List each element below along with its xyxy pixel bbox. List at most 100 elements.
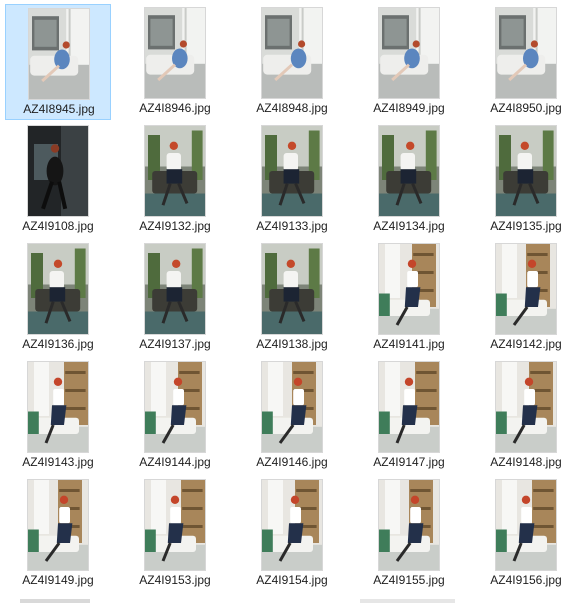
file-name-label[interactable]: AZ4I9155.jpg xyxy=(356,573,462,587)
file-item[interactable]: AZ4I9153.jpg xyxy=(122,476,228,592)
thumbnail-container xyxy=(5,480,111,570)
thumbnail-container xyxy=(239,126,345,216)
file-item[interactable]: AZ4I9146.jpg xyxy=(239,358,345,474)
file-name-label[interactable]: AZ4I9132.jpg xyxy=(122,219,228,233)
thumbnail-container xyxy=(356,362,462,452)
file-item[interactable]: AZ4I9141.jpg xyxy=(356,240,462,356)
file-item[interactable]: AZ4I8949.jpg xyxy=(356,4,462,120)
image-thumbnail[interactable] xyxy=(28,362,88,452)
thumbnail-container xyxy=(122,126,228,216)
thumbnail-container xyxy=(122,480,228,570)
file-item[interactable]: AZ4I9133.jpg xyxy=(239,122,345,238)
file-item[interactable]: AZ4I9138.jpg xyxy=(239,240,345,356)
file-name-label[interactable]: AZ4I9134.jpg xyxy=(356,219,462,233)
image-thumbnail[interactable] xyxy=(262,244,322,334)
file-name-label[interactable]: AZ4I8950.jpg xyxy=(473,101,579,115)
file-name-label[interactable]: AZ4I9138.jpg xyxy=(239,337,345,351)
file-name-label[interactable]: AZ4I9135.jpg xyxy=(473,219,579,233)
file-item[interactable]: AZ4I9156.jpg xyxy=(473,476,579,592)
thumbnail-container xyxy=(239,480,345,570)
file-item[interactable]: AZ4I8945.jpg xyxy=(5,4,111,120)
image-thumbnail[interactable] xyxy=(379,362,439,452)
thumbnail-container xyxy=(473,362,579,452)
thumbnail-container xyxy=(356,8,462,98)
file-item[interactable]: AZ4I8950.jpg xyxy=(473,4,579,120)
image-thumbnail[interactable] xyxy=(379,126,439,216)
file-item[interactable]: AZ4I9136.jpg xyxy=(5,240,111,356)
file-name-label[interactable]: AZ4I9148.jpg xyxy=(473,455,579,469)
file-name-label[interactable]: AZ4I8949.jpg xyxy=(356,101,462,115)
image-thumbnail[interactable] xyxy=(496,480,556,570)
next-row-thumbnail-edge xyxy=(20,599,90,603)
thumbnail-container xyxy=(122,244,228,334)
image-thumbnail[interactable] xyxy=(145,8,205,98)
thumbnail-container xyxy=(122,362,228,452)
file-item[interactable]: AZ4I8948.jpg xyxy=(239,4,345,120)
file-item[interactable]: AZ4I9142.jpg xyxy=(473,240,579,356)
file-name-label[interactable]: AZ4I9133.jpg xyxy=(239,219,345,233)
file-name-label[interactable]: AZ4I9143.jpg xyxy=(5,455,111,469)
thumbnail-container xyxy=(5,244,111,334)
file-name-label[interactable]: AZ4I9144.jpg xyxy=(122,455,228,469)
thumbnail-container xyxy=(5,362,111,452)
image-thumbnail[interactable] xyxy=(379,244,439,334)
image-thumbnail[interactable] xyxy=(379,480,439,570)
file-item[interactable]: AZ4I9148.jpg xyxy=(473,358,579,474)
file-item[interactable]: AZ4I9147.jpg xyxy=(356,358,462,474)
image-thumbnail[interactable] xyxy=(496,244,556,334)
thumbnail-container xyxy=(473,126,579,216)
image-thumbnail[interactable] xyxy=(145,362,205,452)
thumbnail-container xyxy=(5,126,111,216)
thumbnail-container xyxy=(356,244,462,334)
file-name-label[interactable]: AZ4I9141.jpg xyxy=(356,337,462,351)
thumbnail-container xyxy=(473,8,579,98)
next-row-thumbnail-edge xyxy=(360,599,455,603)
file-name-label[interactable]: AZ4I9147.jpg xyxy=(356,455,462,469)
file-item[interactable]: AZ4I9108.jpg xyxy=(5,122,111,238)
file-item[interactable]: AZ4I9155.jpg xyxy=(356,476,462,592)
file-name-label[interactable]: AZ4I9154.jpg xyxy=(239,573,345,587)
file-item[interactable]: AZ4I9137.jpg xyxy=(122,240,228,356)
file-item[interactable]: AZ4I9135.jpg xyxy=(473,122,579,238)
file-grid: AZ4I8945.jpg AZ4I8946.jpg AZ4I8948.jpg A… xyxy=(0,0,582,603)
image-thumbnail[interactable] xyxy=(496,8,556,98)
file-name-label[interactable]: AZ4I9153.jpg xyxy=(122,573,228,587)
image-thumbnail[interactable] xyxy=(496,362,556,452)
file-name-label[interactable]: AZ4I9137.jpg xyxy=(122,337,228,351)
image-thumbnail[interactable] xyxy=(262,480,322,570)
thumbnail-container xyxy=(239,244,345,334)
file-name-label[interactable]: AZ4I9146.jpg xyxy=(239,455,345,469)
file-item[interactable]: AZ4I9143.jpg xyxy=(5,358,111,474)
image-thumbnail[interactable] xyxy=(28,480,88,570)
file-item[interactable]: AZ4I9149.jpg xyxy=(5,476,111,592)
thumbnail-container xyxy=(473,244,579,334)
file-item[interactable]: AZ4I9154.jpg xyxy=(239,476,345,592)
image-thumbnail[interactable] xyxy=(28,126,88,216)
image-thumbnail[interactable] xyxy=(496,126,556,216)
file-name-label[interactable]: AZ4I9108.jpg xyxy=(5,219,111,233)
file-name-label[interactable]: AZ4I9156.jpg xyxy=(473,573,579,587)
file-item[interactable]: AZ4I9144.jpg xyxy=(122,358,228,474)
file-item[interactable]: AZ4I9132.jpg xyxy=(122,122,228,238)
file-name-label[interactable]: AZ4I9149.jpg xyxy=(5,573,111,587)
image-thumbnail[interactable] xyxy=(262,126,322,216)
thumbnail-container xyxy=(473,480,579,570)
image-thumbnail[interactable] xyxy=(29,9,89,99)
file-item[interactable]: AZ4I8946.jpg xyxy=(122,4,228,120)
thumbnail-container xyxy=(356,126,462,216)
image-thumbnail[interactable] xyxy=(262,362,322,452)
image-thumbnail[interactable] xyxy=(145,126,205,216)
file-name-label[interactable]: AZ4I8946.jpg xyxy=(122,101,228,115)
file-item[interactable]: AZ4I9134.jpg xyxy=(356,122,462,238)
thumbnail-container xyxy=(239,8,345,98)
image-thumbnail[interactable] xyxy=(145,244,205,334)
file-name-label[interactable]: AZ4I8948.jpg xyxy=(239,101,345,115)
thumbnail-container xyxy=(239,362,345,452)
file-name-label[interactable]: AZ4I9142.jpg xyxy=(473,337,579,351)
image-thumbnail[interactable] xyxy=(262,8,322,98)
image-thumbnail[interactable] xyxy=(145,480,205,570)
file-name-label[interactable]: AZ4I8945.jpg xyxy=(6,102,112,116)
file-name-label[interactable]: AZ4I9136.jpg xyxy=(5,337,111,351)
image-thumbnail[interactable] xyxy=(379,8,439,98)
image-thumbnail[interactable] xyxy=(28,244,88,334)
